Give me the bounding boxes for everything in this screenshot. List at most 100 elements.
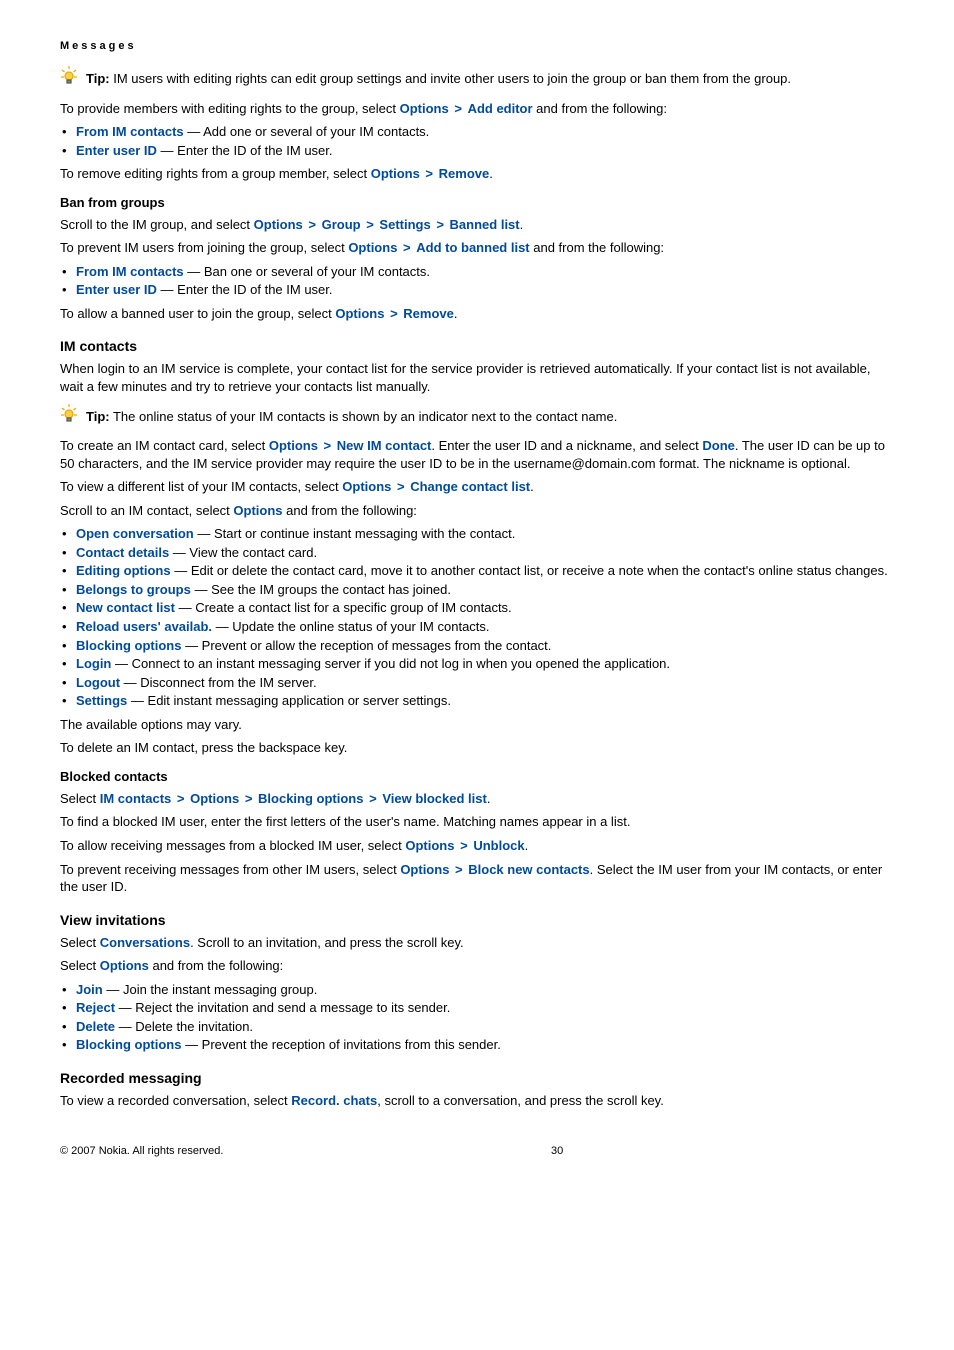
text: To view a recorded conversation, select	[60, 1093, 291, 1108]
list-item: Belongs to groups — See the IM groups th…	[60, 581, 894, 599]
paragraph: To delete an IM contact, press the backs…	[60, 739, 894, 757]
list-item: From IM contacts — Add one or several of…	[60, 123, 894, 141]
text: — Start or continue instant messaging wi…	[194, 526, 516, 541]
tip-body-text: The online status of your IM contacts is…	[110, 409, 618, 424]
paragraph: To prevent IM users from joining the gro…	[60, 239, 894, 257]
chevron-right-icon: >	[431, 217, 450, 232]
join-link[interactable]: Join	[76, 982, 103, 997]
text: — Edit or delete the contact card, move …	[171, 563, 888, 578]
blocking-options-link[interactable]: Blocking options	[76, 1037, 181, 1052]
tip-block: Tip: The online status of your IM contac…	[60, 402, 894, 432]
options-link[interactable]: Options	[335, 306, 384, 321]
text: — Join the instant messaging group.	[103, 982, 318, 997]
text: — Prevent the reception of invitations f…	[181, 1037, 500, 1052]
text: and from the following:	[283, 503, 417, 518]
paragraph: To allow a banned user to join the group…	[60, 305, 894, 323]
group-link[interactable]: Group	[322, 217, 361, 232]
options-link[interactable]: Options	[269, 438, 318, 453]
tip-label: Tip:	[86, 409, 110, 424]
logout-link[interactable]: Logout	[76, 675, 120, 690]
unblock-link[interactable]: Unblock	[473, 838, 524, 853]
blocking-options-link[interactable]: Blocking options	[258, 791, 363, 806]
options-link[interactable]: Options	[405, 838, 454, 853]
breadcrumb: Messages	[60, 40, 894, 52]
bullet-list: Open conversation — Start or continue in…	[60, 525, 894, 709]
delete-link[interactable]: Delete	[76, 1019, 115, 1034]
settings-link[interactable]: Settings	[76, 693, 127, 708]
add-banned-link[interactable]: Add to banned list	[416, 240, 529, 255]
text: To allow a banned user to join the group…	[60, 306, 335, 321]
record-chats-link[interactable]: Record. chats	[291, 1093, 377, 1108]
text: and from the following:	[530, 240, 664, 255]
from-im-contacts-link[interactable]: From IM contacts	[76, 264, 184, 279]
banned-list-link[interactable]: Banned list	[450, 217, 520, 232]
belongs-to-groups-link[interactable]: Belongs to groups	[76, 582, 191, 597]
text: To prevent receiving messages from other…	[60, 862, 400, 877]
text: .	[487, 791, 491, 806]
enter-user-id-link[interactable]: Enter user ID	[76, 143, 157, 158]
options-link[interactable]: Options	[348, 240, 397, 255]
tip-text: Tip: The online status of your IM contac…	[86, 408, 894, 426]
reject-link[interactable]: Reject	[76, 1000, 115, 1015]
contact-details-link[interactable]: Contact details	[76, 545, 169, 560]
text: and from the following:	[149, 958, 283, 973]
options-link[interactable]: Options	[254, 217, 303, 232]
text: — Connect to an instant messaging server…	[111, 656, 670, 671]
options-link[interactable]: Options	[233, 503, 282, 518]
text: — Enter the ID of the IM user.	[157, 143, 333, 158]
options-link[interactable]: Options	[100, 958, 149, 973]
new-im-contact-link[interactable]: New IM contact	[337, 438, 432, 453]
list-item: Login — Connect to an instant messaging …	[60, 655, 894, 673]
section-heading: Blocked contacts	[60, 769, 894, 784]
login-link[interactable]: Login	[76, 656, 111, 671]
conversations-link[interactable]: Conversations	[100, 935, 190, 950]
chevron-right-icon: >	[239, 791, 258, 806]
list-item: From IM contacts — Ban one or several of…	[60, 263, 894, 281]
block-new-contacts-link[interactable]: Block new contacts	[468, 862, 589, 877]
open-conversation-link[interactable]: Open conversation	[76, 526, 194, 541]
done-link[interactable]: Done	[702, 438, 735, 453]
text: Scroll to the IM group, and select	[60, 217, 254, 232]
list-item: Editing options — Edit or delete the con…	[60, 562, 894, 580]
text: — Create a contact list for a specific g…	[175, 600, 512, 615]
blocking-options-link[interactable]: Blocking options	[76, 638, 181, 653]
view-blocked-link[interactable]: View blocked list	[382, 791, 487, 806]
text: , scroll to a conversation, and press th…	[377, 1093, 664, 1108]
enter-user-id-link[interactable]: Enter user ID	[76, 282, 157, 297]
remove-link[interactable]: Remove	[439, 166, 490, 181]
text: .	[489, 166, 493, 181]
text: — Disconnect from the IM server.	[120, 675, 317, 690]
list-item: Reject — Reject the invitation and send …	[60, 999, 894, 1017]
chevron-right-icon: >	[384, 306, 403, 321]
options-link[interactable]: Options	[190, 791, 239, 806]
options-link[interactable]: Options	[342, 479, 391, 494]
section-heading: View invitations	[60, 912, 894, 928]
paragraph: To find a blocked IM user, enter the fir…	[60, 813, 894, 831]
options-link[interactable]: Options	[371, 166, 420, 181]
chevron-right-icon: >	[363, 791, 382, 806]
paragraph: Scroll to the IM group, and select Optio…	[60, 216, 894, 234]
text: Select	[60, 935, 100, 950]
reload-users-link[interactable]: Reload users' availab.	[76, 619, 212, 634]
new-contact-list-link[interactable]: New contact list	[76, 600, 175, 615]
options-link[interactable]: Options	[400, 862, 449, 877]
chevron-right-icon: >	[303, 217, 322, 232]
add-editor-link[interactable]: Add editor	[468, 101, 533, 116]
im-contacts-link[interactable]: IM contacts	[100, 791, 172, 806]
editing-options-link[interactable]: Editing options	[76, 563, 171, 578]
paragraph: Select IM contacts > Options > Blocking …	[60, 790, 894, 808]
options-link[interactable]: Options	[400, 101, 449, 116]
paragraph: To prevent receiving messages from other…	[60, 861, 894, 896]
change-contact-list-link[interactable]: Change contact list	[410, 479, 530, 494]
from-im-contacts-link[interactable]: From IM contacts	[76, 124, 184, 139]
paragraph: The available options may vary.	[60, 716, 894, 734]
text: — Delete the invitation.	[115, 1019, 253, 1034]
text: — Reject the invitation and send a messa…	[115, 1000, 450, 1015]
chevron-right-icon: >	[361, 217, 380, 232]
chevron-right-icon: >	[397, 240, 416, 255]
page-number: 30	[223, 1145, 891, 1157]
settings-link[interactable]: Settings	[379, 217, 430, 232]
text: .	[525, 838, 529, 853]
remove-link[interactable]: Remove	[403, 306, 454, 321]
tip-block: Tip: IM users with editing rights can ed…	[60, 64, 894, 94]
